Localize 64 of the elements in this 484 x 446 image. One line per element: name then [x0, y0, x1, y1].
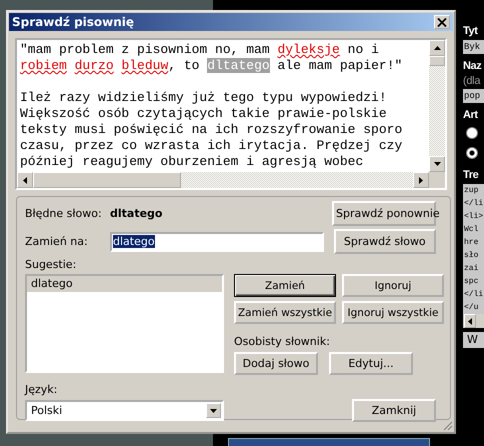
- dictionary-button[interactable]: Edytuj...: [329, 352, 413, 375]
- suggestion-item[interactable]: dlatego: [27, 276, 222, 292]
- scroll-thumb[interactable]: [429, 56, 445, 66]
- radio-button[interactable]: [466, 127, 478, 139]
- language-dropdown[interactable]: Polski: [25, 400, 224, 421]
- vertical-scrollbar[interactable]: [429, 40, 445, 172]
- dictionary-button[interactable]: Dodaj słowo: [234, 352, 318, 375]
- text-line: spc: [464, 276, 480, 288]
- form-button[interactable]: W: [463, 332, 484, 348]
- text-line: </u: [464, 302, 480, 314]
- form-hint: (dla: [463, 74, 482, 88]
- text-line: zup: [464, 185, 480, 197]
- text-line: sło: [464, 250, 480, 262]
- scroll-thumb[interactable]: [33, 172, 181, 188]
- right-arrow-icon: [419, 176, 423, 184]
- caret-icon: [210, 408, 217, 412]
- text-line: </li: [464, 198, 484, 210]
- document-text-area[interactable]: [15, 38, 447, 190]
- action-button[interactable]: Ignoruj wszystkie: [342, 301, 444, 324]
- resize-grip-icon[interactable]: [443, 421, 453, 431]
- horizontal-scrollbar[interactable]: [17, 172, 429, 188]
- close-button[interactable]: Zamknij: [352, 399, 436, 422]
- action-button[interactable]: Zamień wszystkie: [234, 301, 336, 324]
- scroll-up-button[interactable]: [429, 40, 445, 56]
- close-icon: [437, 18, 447, 26]
- text-line: Wcl: [464, 224, 480, 236]
- text-line: hre: [464, 237, 480, 249]
- text-area[interactable]: zup </li <li> Wcl hre sło zai spc </li </u: [463, 184, 484, 328]
- text-line: </li: [464, 289, 484, 301]
- scroll-right-button[interactable]: [413, 172, 429, 188]
- field-label: Zamień na:: [25, 235, 89, 248]
- down-arrow-icon: [434, 162, 440, 166]
- text-field[interactable]: Byk: [463, 40, 484, 54]
- form-label: Tre: [463, 168, 480, 183]
- replace-field[interactable]: dlatego: [110, 232, 324, 252]
- check-word-button[interactable]: Sprawdź słowo: [334, 229, 436, 254]
- up-arrow-icon: [434, 46, 440, 50]
- form-label: Tyt: [463, 24, 479, 39]
- text-field[interactable]: pop: [463, 89, 484, 103]
- misspelled-word: dltatego: [110, 207, 164, 220]
- close-button[interactable]: [434, 15, 450, 29]
- scroll-left-button[interactable]: [17, 172, 33, 188]
- suggestions-list[interactable]: dlatego: [25, 274, 224, 373]
- paragraph: "mam problem z pisowniom no, mam dyleksje no i robiem durzo bleduw, to dltatego ale mam papier!": [20, 42, 404, 74]
- form-label: Art: [463, 108, 479, 123]
- field-label: Osobisty słownik:: [234, 335, 331, 348]
- left-arrow-icon: [468, 318, 472, 324]
- scrollbar-corner: [429, 172, 445, 188]
- action-button[interactable]: Ignoruj: [342, 274, 444, 297]
- paragraph: Ileż razy widzieliśmy już tego typu wypowiedzi! Większość osób czytających takie prawie-polskie teksty musi poświęcić na ich rozszyfrowanie sporo czasu, przez co wzrasta ich irytacja. Prędzej czy później reagujemy oburzeniem i agresją wobec: [20, 90, 404, 170]
- horizontal-scrollbar[interactable]: [464, 314, 484, 328]
- dropdown-button[interactable]: [206, 403, 221, 418]
- left-arrow-icon: [23, 176, 27, 184]
- text-line: <li>: [464, 211, 484, 223]
- text-line: zai: [464, 263, 480, 275]
- window-title: Sprawdź pisownię: [12, 15, 134, 29]
- field-label: Sugestie:: [25, 258, 78, 271]
- scroll-down-button[interactable]: [429, 156, 445, 172]
- radio-button[interactable]: [466, 147, 478, 159]
- form-label: Naz: [463, 59, 482, 74]
- scroll-left-button[interactable]: [464, 314, 476, 328]
- field-label: Błędne słowo:: [25, 207, 103, 220]
- action-button[interactable]: Zamień: [234, 274, 336, 297]
- field-label: Język:: [25, 383, 58, 396]
